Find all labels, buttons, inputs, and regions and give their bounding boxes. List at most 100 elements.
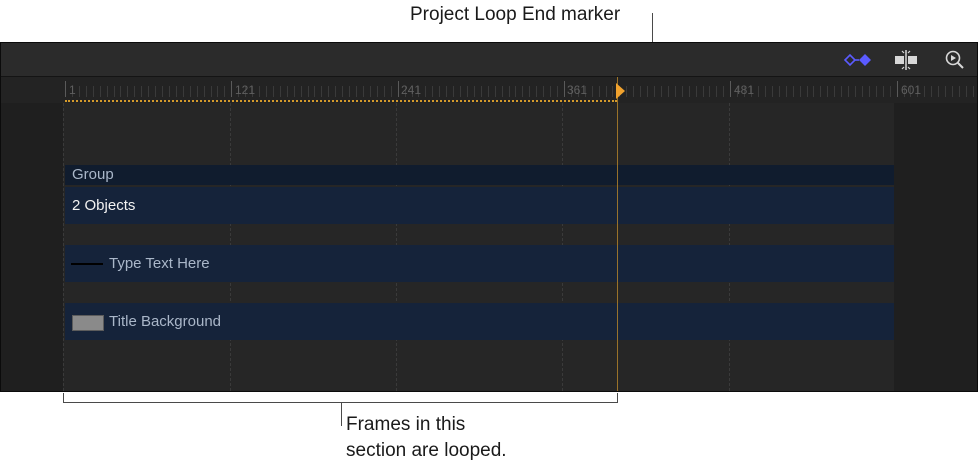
ruler-tick (834, 86, 835, 97)
group-track-bar[interactable]: 2 Objects (65, 187, 894, 224)
callout-looped-label-line2: section are looped. (346, 440, 507, 461)
ruler-tick (107, 86, 108, 97)
ruler-tick (391, 86, 392, 97)
ruler-tick (543, 86, 544, 97)
ruler-tick (959, 86, 960, 97)
ruler-tick (432, 86, 433, 97)
ruler-tick (772, 86, 773, 97)
snapping-icon[interactable] (894, 49, 918, 71)
ruler-tick (626, 86, 627, 97)
ruler-tick (890, 86, 891, 97)
ruler-tick (931, 86, 932, 97)
group-label: Group (72, 166, 114, 183)
ruler-tick (308, 86, 309, 97)
layer-track-type-text[interactable]: Type Text Here (65, 245, 894, 282)
ruler-tick (550, 86, 551, 97)
ruler-tick (467, 86, 468, 97)
ruler-tick (314, 86, 315, 97)
ruler-label: 361 (567, 83, 588, 97)
ruler-tick (682, 86, 683, 97)
ruler-tick (661, 86, 662, 97)
layer-track-title-background[interactable]: Title Background (65, 303, 894, 340)
ruler-tick (439, 86, 440, 97)
ruler-label: 1 (69, 83, 76, 97)
ruler-tick (599, 86, 600, 97)
ruler-tick (612, 86, 613, 97)
ruler-tick (460, 86, 461, 97)
ruler-tick (488, 86, 489, 97)
ruler-tick (592, 86, 593, 97)
ruler-tick (606, 86, 607, 97)
ruler-tick (848, 86, 849, 97)
ruler-tick (127, 86, 128, 97)
ruler-tick (176, 86, 177, 97)
ruler-tick (169, 86, 170, 97)
ruler-tick (363, 86, 364, 97)
loop-end-playline (617, 77, 618, 391)
ruler-tick (855, 86, 856, 97)
ruler-tick (779, 86, 780, 97)
ruler-tick (529, 86, 530, 97)
zoom-icon[interactable] (943, 49, 967, 71)
ruler-tick (259, 86, 260, 97)
ruler-tick (716, 86, 717, 97)
ruler-tick (425, 86, 426, 97)
ruler-tick (100, 86, 101, 97)
ruler-tick (675, 86, 676, 97)
ruler-tick (273, 86, 274, 97)
group-header-bar[interactable]: Group (65, 165, 894, 185)
ruler-tick (640, 86, 641, 97)
ruler-tick (474, 86, 475, 97)
layer-label: Title Background (109, 313, 222, 330)
bracket-right-tick (617, 393, 618, 403)
ruler-tick (515, 86, 516, 97)
ruler-tick (79, 86, 80, 97)
project-loop-end-marker[interactable] (616, 83, 625, 99)
ruler-tick (301, 86, 302, 97)
ruler-tick (190, 86, 191, 97)
ruler-tick (703, 86, 704, 97)
ruler-tick (287, 86, 288, 97)
ruler-tick (813, 86, 814, 97)
ruler-tick (349, 86, 350, 97)
ruler-label: 241 (401, 83, 422, 97)
ruler-tick (564, 81, 565, 97)
ruler-tick (446, 86, 447, 97)
ruler-tick (481, 86, 482, 97)
ruler-tick (897, 81, 898, 97)
ruler-tick (668, 86, 669, 97)
ruler-tick (793, 86, 794, 97)
ruler-tick (730, 81, 731, 97)
ruler-tick (509, 86, 510, 97)
ruler-tick (86, 86, 87, 97)
ruler-tick (294, 86, 295, 97)
callout-loop-end-label: Project Loop End marker (410, 4, 621, 25)
ruler-tick (134, 86, 135, 97)
ruler-tick (377, 86, 378, 97)
ruler-tick (495, 86, 496, 97)
ruler-tick (148, 86, 149, 97)
keyframe-toggle-icon[interactable] (841, 49, 873, 71)
ruler-tick (522, 86, 523, 97)
ruler-tick (93, 86, 94, 97)
ruler-tick (723, 86, 724, 97)
ruler-tick (141, 86, 142, 97)
ruler-tick (945, 86, 946, 97)
ruler-tick (65, 81, 66, 97)
ruler-tick (709, 86, 710, 97)
ruler-tick (342, 86, 343, 97)
ruler-tick (183, 86, 184, 97)
layer-label: Type Text Here (109, 255, 210, 272)
ruler-tick (384, 86, 385, 97)
ruler-tick (211, 86, 212, 97)
ruler-tick (224, 86, 225, 97)
ruler-tick (536, 86, 537, 97)
ruler-tick (869, 86, 870, 97)
ruler-tick (217, 86, 218, 97)
text-layer-icon (71, 263, 103, 265)
ruler-tick (280, 86, 281, 97)
loop-region-indicator (65, 100, 617, 102)
ruler-label: 601 (901, 83, 922, 97)
ruler-tick (786, 86, 787, 97)
ruler-tick (883, 86, 884, 97)
